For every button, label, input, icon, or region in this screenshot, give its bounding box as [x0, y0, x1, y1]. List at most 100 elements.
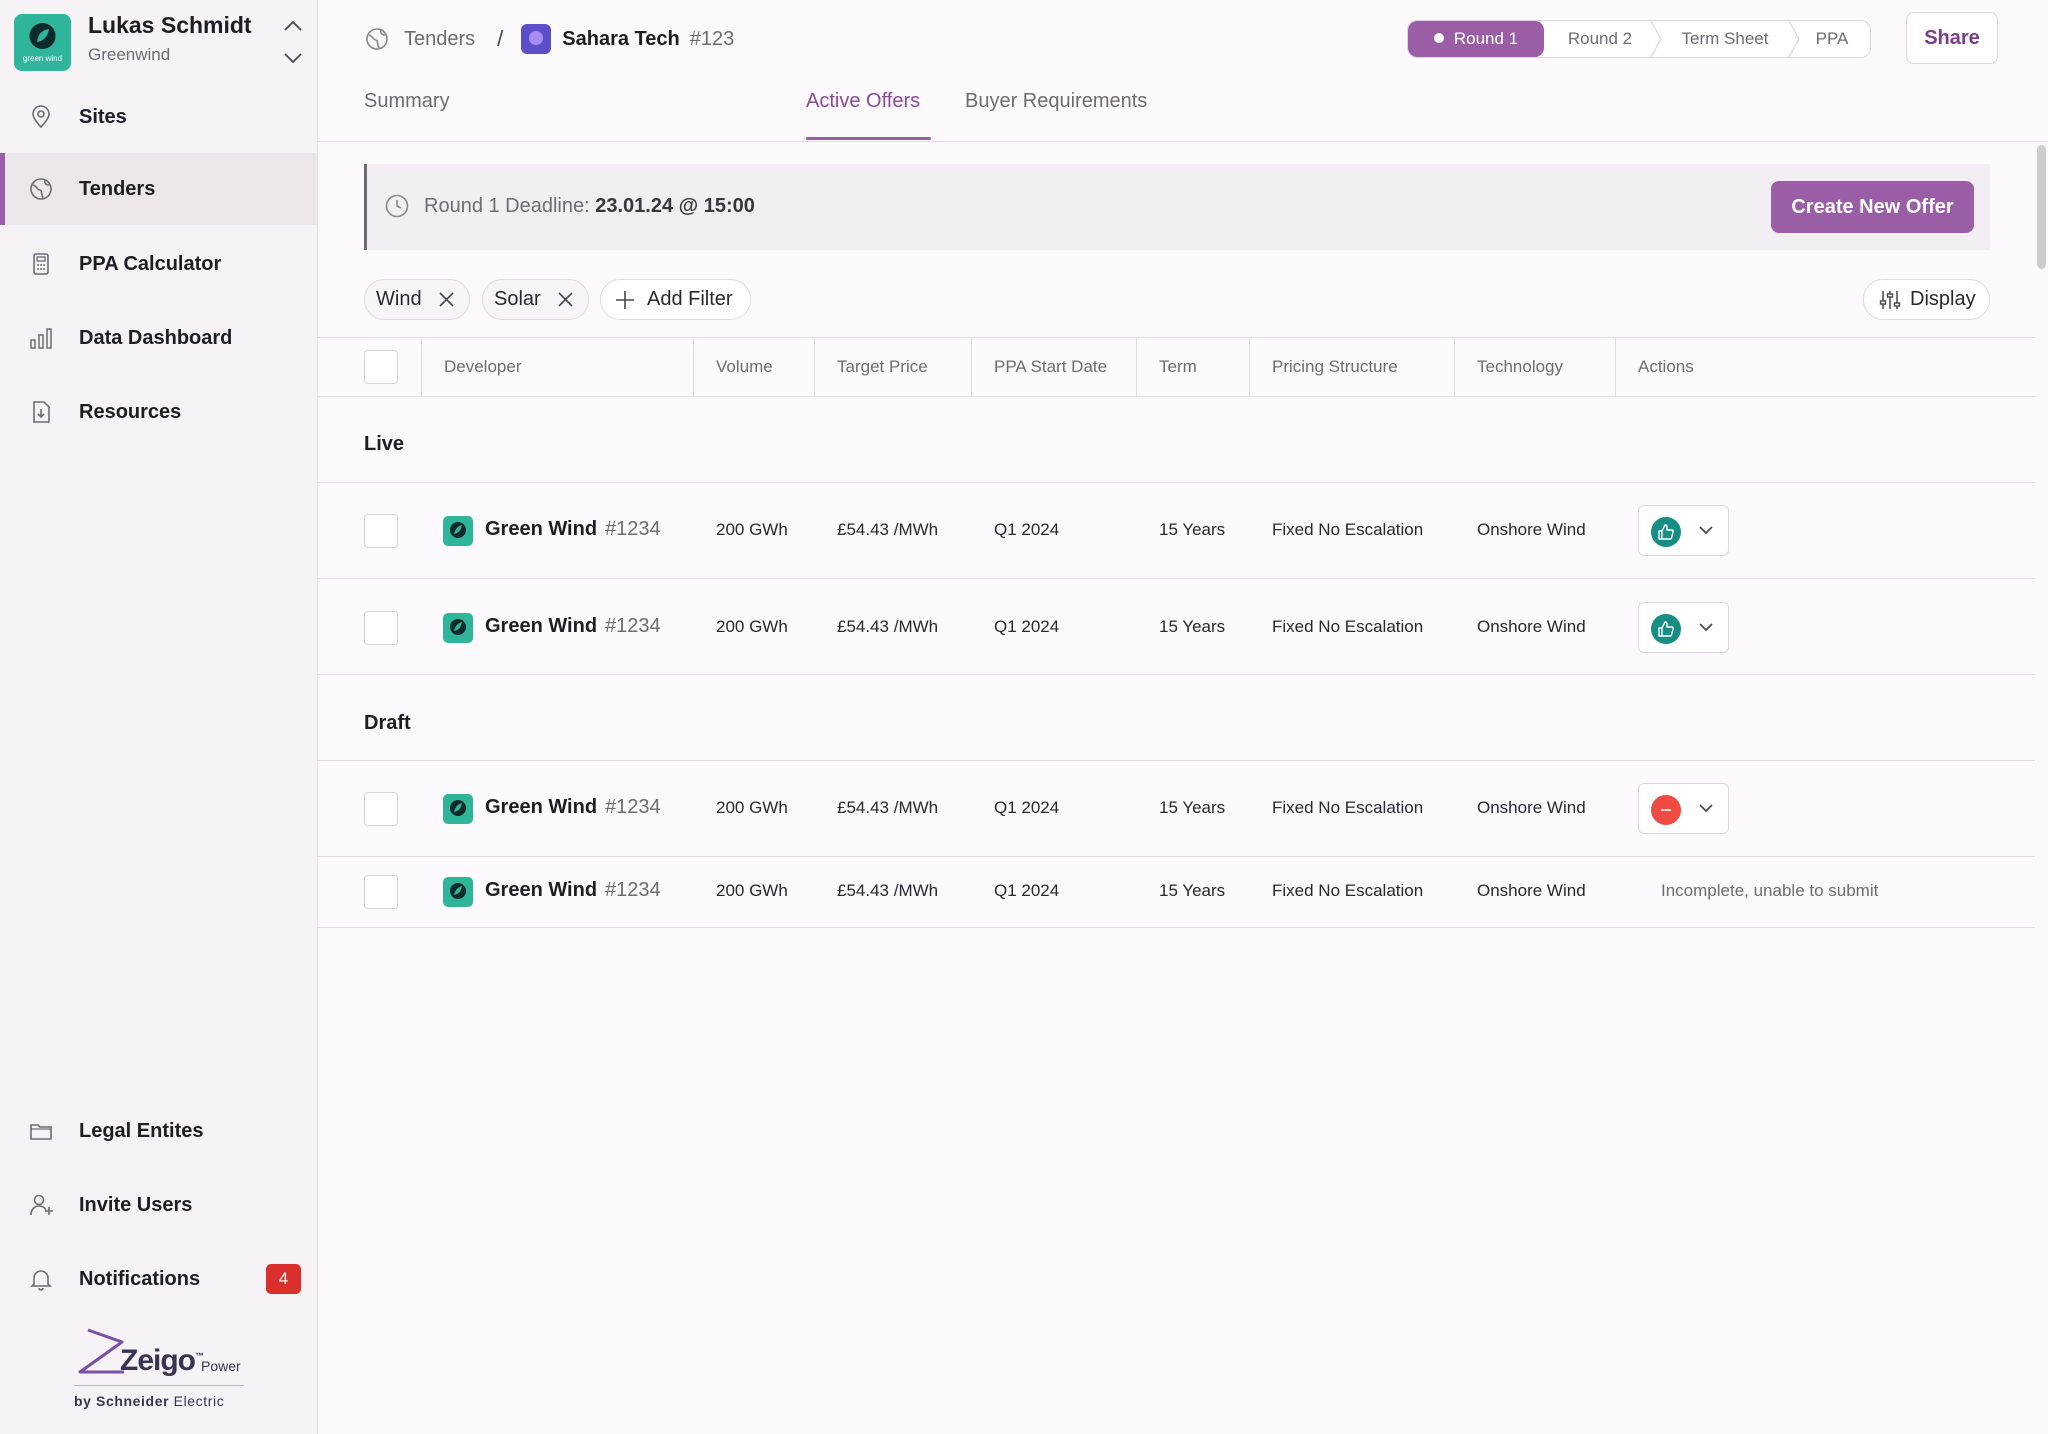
close-icon[interactable] [556, 290, 575, 309]
group-label-draft: Draft [364, 712, 411, 734]
breadcrumb-tenders-link[interactable]: Tenders [404, 28, 475, 51]
scrollbar[interactable] [2034, 143, 2048, 1434]
developer-logo [443, 794, 473, 824]
cell-pricing-structure: Fixed No Escalation [1272, 798, 1424, 817]
cell-pricing-structure: Fixed No Escalation [1272, 520, 1424, 539]
row-checkbox[interactable] [364, 792, 398, 826]
sidebar-item-notifications[interactable]: Notifications 4 [0, 1243, 317, 1315]
file-download-icon [33, 401, 50, 423]
sidebar-item-invite-users[interactable]: Invite Users [0, 1169, 317, 1241]
action-dropdown[interactable] [1638, 783, 1729, 834]
location-pin-icon [32, 105, 50, 129]
profile-name: Lukas Schmidt [88, 12, 252, 38]
step-round-2[interactable]: Round 2 [1544, 21, 1662, 57]
sidebar-item-sites[interactable]: Sites [0, 81, 317, 153]
cell-ppa-start-date: Q1 2024 [994, 520, 1060, 539]
column-header-term[interactable]: Term [1136, 338, 1249, 396]
cell-pricing-structure: Fixed No Escalation [1272, 881, 1424, 900]
sidebar-item-resources[interactable]: Resources [0, 376, 317, 448]
cell-ppa-start-date: Q1 2024 [994, 617, 1060, 636]
step-round-1[interactable]: Round 1 [1408, 21, 1544, 57]
chevron-down-icon [1699, 526, 1713, 535]
active-tab-indicator [806, 137, 931, 140]
cell-technology: Onshore Wind [1477, 520, 1586, 539]
step-term-sheet[interactable]: Term Sheet [1656, 21, 1800, 57]
profile-org: Greenwind [88, 45, 171, 64]
buyer-logo [521, 24, 552, 54]
reject-button[interactable] [1651, 795, 1681, 825]
cell-term: 15 Years [1159, 798, 1226, 817]
step-ppa[interactable]: PPA [1794, 21, 1870, 57]
filter-chip-wind[interactable]: Wind [364, 279, 470, 320]
globe-icon [366, 28, 388, 50]
filter-chip-solar[interactable]: Solar [482, 279, 589, 320]
action-dropdown[interactable] [1638, 505, 1729, 556]
cell-technology: Onshore Wind [1477, 617, 1586, 636]
column-header-volume[interactable]: Volume [693, 338, 814, 396]
column-header-pricing-structure[interactable]: Pricing Structure [1249, 338, 1454, 396]
cell-volume: 200 GWh [716, 520, 788, 539]
scrollbar-thumb[interactable] [2037, 145, 2046, 269]
cell-target-price: £54.43 /MWh [837, 881, 939, 900]
add-filter-button[interactable]: Add Filter [600, 279, 751, 320]
developer-logo [443, 877, 473, 907]
table-header: Developer Volume Target Price PPA Start … [318, 337, 2035, 397]
thumbs-up-icon [1658, 621, 1674, 637]
display-options-button[interactable]: Display [1863, 279, 1990, 320]
column-header-developer[interactable]: Developer [421, 338, 693, 396]
deadline-value: 23.01.24 @ 15:00 [595, 195, 755, 217]
developer-name: Green Wind #1234 [485, 879, 661, 901]
column-header-technology[interactable]: Technology [1454, 338, 1615, 396]
sidebar-item-label: Invite Users [79, 1194, 193, 1216]
close-icon[interactable] [437, 290, 456, 309]
deadline-banner: Round 1 Deadline: 23.01.24 @ 15:00 Creat… [364, 164, 1990, 250]
column-header-ppa-start-date[interactable]: PPA Start Date [971, 338, 1136, 396]
approve-button[interactable] [1651, 517, 1681, 547]
share-button[interactable]: Share [1906, 12, 1998, 64]
sidebar-item-label: Data Dashboard [79, 327, 233, 349]
approve-button[interactable] [1651, 614, 1681, 644]
chevron-up-down-icon[interactable] [282, 14, 304, 70]
cell-term: 15 Years [1159, 617, 1226, 636]
cell-target-price: £54.43 /MWh [837, 617, 939, 636]
table-row[interactable]: Green Wind #1234 200 GWh £54.43 /MWh Q1 2… [318, 761, 2035, 857]
minus-icon [1661, 809, 1671, 811]
column-header-actions: Actions [1615, 338, 2035, 396]
divider [318, 927, 2035, 928]
thumbs-up-icon [1658, 524, 1674, 540]
cell-volume: 200 GWh [716, 798, 788, 817]
group-label-live: Live [364, 433, 405, 455]
sidebar-item-tenders[interactable]: Tenders [0, 153, 317, 225]
select-all-checkbox[interactable] [364, 350, 398, 384]
action-dropdown[interactable] [1638, 602, 1729, 653]
sidebar-item-label: PPA Calculator [79, 253, 222, 275]
breadcrumb-id: #123 [689, 27, 735, 50]
table-row[interactable]: Green Wind #1234 200 GWh £54.43 /MWh Q1 2… [318, 857, 2035, 927]
developer-name: Green Wind #1234 [485, 615, 661, 637]
sidebar-item-ppa-calculator[interactable]: PPA Calculator [0, 228, 317, 300]
bar-chart-icon [30, 328, 52, 349]
sidebar-item-legal-entities[interactable]: Legal Entites [0, 1095, 317, 1167]
profile-switcher[interactable]: green wind Lukas Schmidt Greenwind [14, 12, 304, 72]
row-checkbox[interactable] [364, 875, 398, 909]
row-checkbox[interactable] [364, 611, 398, 645]
tab-active-offers[interactable]: Active Offers [806, 90, 920, 113]
org-logo-text: green wind [22, 54, 63, 63]
breadcrumb-current: Sahara Tech [562, 27, 680, 50]
table-row[interactable]: Green Wind #1234 200 GWh £54.43 /MWh Q1 2… [318, 483, 2035, 579]
row-checkbox[interactable] [364, 514, 398, 548]
cell-target-price: £54.43 /MWh [837, 520, 939, 539]
folder-icon [30, 1124, 52, 1140]
cell-target-price: £54.43 /MWh [837, 798, 939, 817]
globe-icon [30, 178, 52, 200]
user-plus-icon [30, 1194, 53, 1216]
create-new-offer-button[interactable]: Create New Offer [1771, 181, 1974, 233]
tab-summary[interactable]: Summary [364, 90, 450, 113]
chevron-down-icon [1699, 804, 1713, 813]
cell-volume: 200 GWh [716, 617, 788, 636]
tab-buyer-requirements[interactable]: Buyer Requirements [965, 90, 1147, 113]
breadcrumb: Tenders / Sahara Tech #123 [364, 22, 734, 56]
column-header-target-price[interactable]: Target Price [814, 338, 971, 396]
table-row[interactable]: Green Wind #1234 200 GWh £54.43 /MWh Q1 2… [318, 579, 2035, 675]
sidebar-item-data-dashboard[interactable]: Data Dashboard [0, 302, 317, 374]
